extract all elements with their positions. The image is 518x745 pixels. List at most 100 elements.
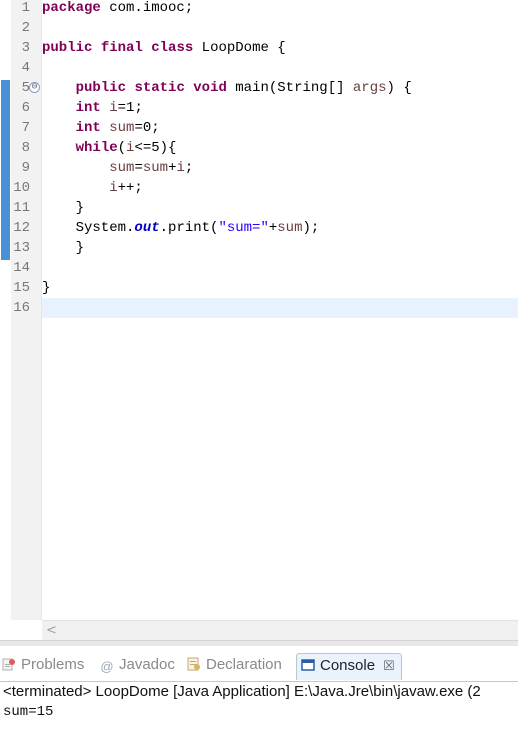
code-area[interactable]: package com.imooc; public final class Loo… — [42, 0, 518, 620]
line-number: 3 — [21, 40, 30, 56]
tab-console[interactable]: Console ☒ — [296, 653, 402, 680]
javadoc-icon: @ — [100, 659, 114, 674]
code-token: sum — [109, 120, 135, 136]
code-token: } — [42, 240, 85, 256]
tab-problems-label: Problems — [21, 656, 85, 673]
code-token: sum — [109, 160, 135, 176]
declaration-icon — [187, 657, 200, 671]
line-number: 8 — [21, 140, 30, 156]
code-token: com.imooc; — [100, 0, 194, 16]
code-line[interactable]: } — [42, 278, 50, 298]
tab-javadoc-label: Javadoc — [119, 656, 175, 673]
code-token: sum — [142, 160, 169, 176]
code-token: } — [42, 200, 85, 216]
code-token: System. — [42, 220, 135, 236]
code-token: ++; — [117, 180, 143, 196]
code-token: public — [75, 80, 127, 96]
code-editor[interactable]: 1 2 3 4 5 ⊖ 6 7 8 9 10 11 12 13 14 15 16 package com.imo… — [0, 0, 518, 640]
code-line[interactable]: } — [42, 238, 84, 258]
line-number: 7 — [21, 120, 30, 136]
code-token: =0; — [134, 120, 160, 136]
close-icon[interactable]: ☒ — [383, 658, 395, 673]
line-number: 4 — [21, 60, 30, 76]
current-line-highlight — [42, 298, 518, 318]
code-token: .print( — [159, 220, 219, 236]
code-token: args — [352, 80, 387, 96]
line-number: 12 — [13, 220, 30, 236]
code-token: void — [193, 80, 227, 96]
change-bar — [1, 80, 10, 260]
tab-javadoc[interactable]: @ Javadoc — [100, 653, 175, 680]
change-ruler — [0, 0, 11, 620]
console-output: sum=15 — [3, 704, 54, 720]
code-token: final — [100, 40, 143, 56]
code-token: int — [75, 120, 101, 136]
code-token: ; — [184, 160, 194, 176]
line-number: 14 — [13, 260, 30, 276]
code-line[interactable]: while(i<=5){ — [42, 138, 177, 158]
tab-declaration-label: Declaration — [206, 656, 282, 673]
code-token: ); — [302, 220, 320, 236]
code-line[interactable]: } — [42, 198, 84, 218]
code-token: while — [75, 140, 118, 156]
code-token: out — [134, 220, 160, 236]
code-token: public — [42, 40, 93, 56]
tab-problems[interactable]: Problems — [2, 653, 84, 680]
code-token: int — [75, 100, 101, 116]
line-number-gutter: 1 2 3 4 5 ⊖ 6 7 8 9 10 11 12 13 14 15 16 — [11, 0, 42, 620]
line-number: 10 — [13, 180, 30, 196]
problems-icon — [2, 658, 15, 671]
code-token: =1; — [117, 100, 143, 116]
code-token: <=5){ — [134, 140, 177, 156]
line-number: 11 — [13, 200, 30, 216]
code-token: "sum=" — [218, 220, 269, 236]
panel-tab-bar: Problems @ Javadoc Declaration Console ☒ — [0, 646, 518, 682]
code-token: ( — [117, 140, 127, 156]
tab-declaration[interactable]: Declaration — [187, 653, 282, 680]
horizontal-scrollbar[interactable]: < — [42, 620, 518, 640]
code-token: } — [42, 280, 51, 296]
line-number: 15 — [13, 280, 30, 296]
line-number: 16 — [13, 300, 30, 316]
code-token: class — [151, 40, 194, 56]
line-number: 13 — [13, 240, 30, 256]
code-token: i — [176, 160, 185, 176]
code-token: i — [109, 100, 118, 116]
code-token: main(String[] — [226, 80, 353, 96]
code-token: i — [109, 180, 118, 196]
line-number: 2 — [21, 20, 30, 36]
code-token: LoopDome { — [193, 40, 286, 56]
line-number: 1 — [21, 0, 30, 16]
console-icon — [301, 659, 315, 671]
code-token: ) { — [386, 80, 412, 96]
code-line[interactable]: sum=sum+i; — [42, 158, 193, 178]
code-line[interactable]: int sum=0; — [42, 118, 160, 138]
code-line[interactable]: int i=1; — [42, 98, 143, 118]
code-token: = — [134, 160, 143, 176]
code-line[interactable]: public final class LoopDome { — [42, 38, 286, 58]
line-number: 6 — [21, 100, 30, 116]
code-token: package — [42, 0, 101, 16]
code-token: sum — [277, 220, 303, 236]
console-status: <terminated> LoopDome [Java Application]… — [3, 683, 481, 700]
code-line[interactable]: public static void main(String[] args) { — [42, 78, 412, 98]
code-line[interactable]: i++; — [42, 178, 143, 198]
fold-collapse-icon[interactable]: ⊖ — [29, 82, 40, 93]
line-number: 9 — [21, 160, 30, 176]
tab-console-label: Console — [320, 657, 376, 674]
code-line[interactable]: System.out.print("sum="+sum); — [42, 218, 320, 238]
code-line[interactable]: package com.imooc; — [42, 0, 193, 18]
scroll-left-icon[interactable]: < — [46, 621, 60, 641]
code-token: static — [134, 80, 185, 96]
